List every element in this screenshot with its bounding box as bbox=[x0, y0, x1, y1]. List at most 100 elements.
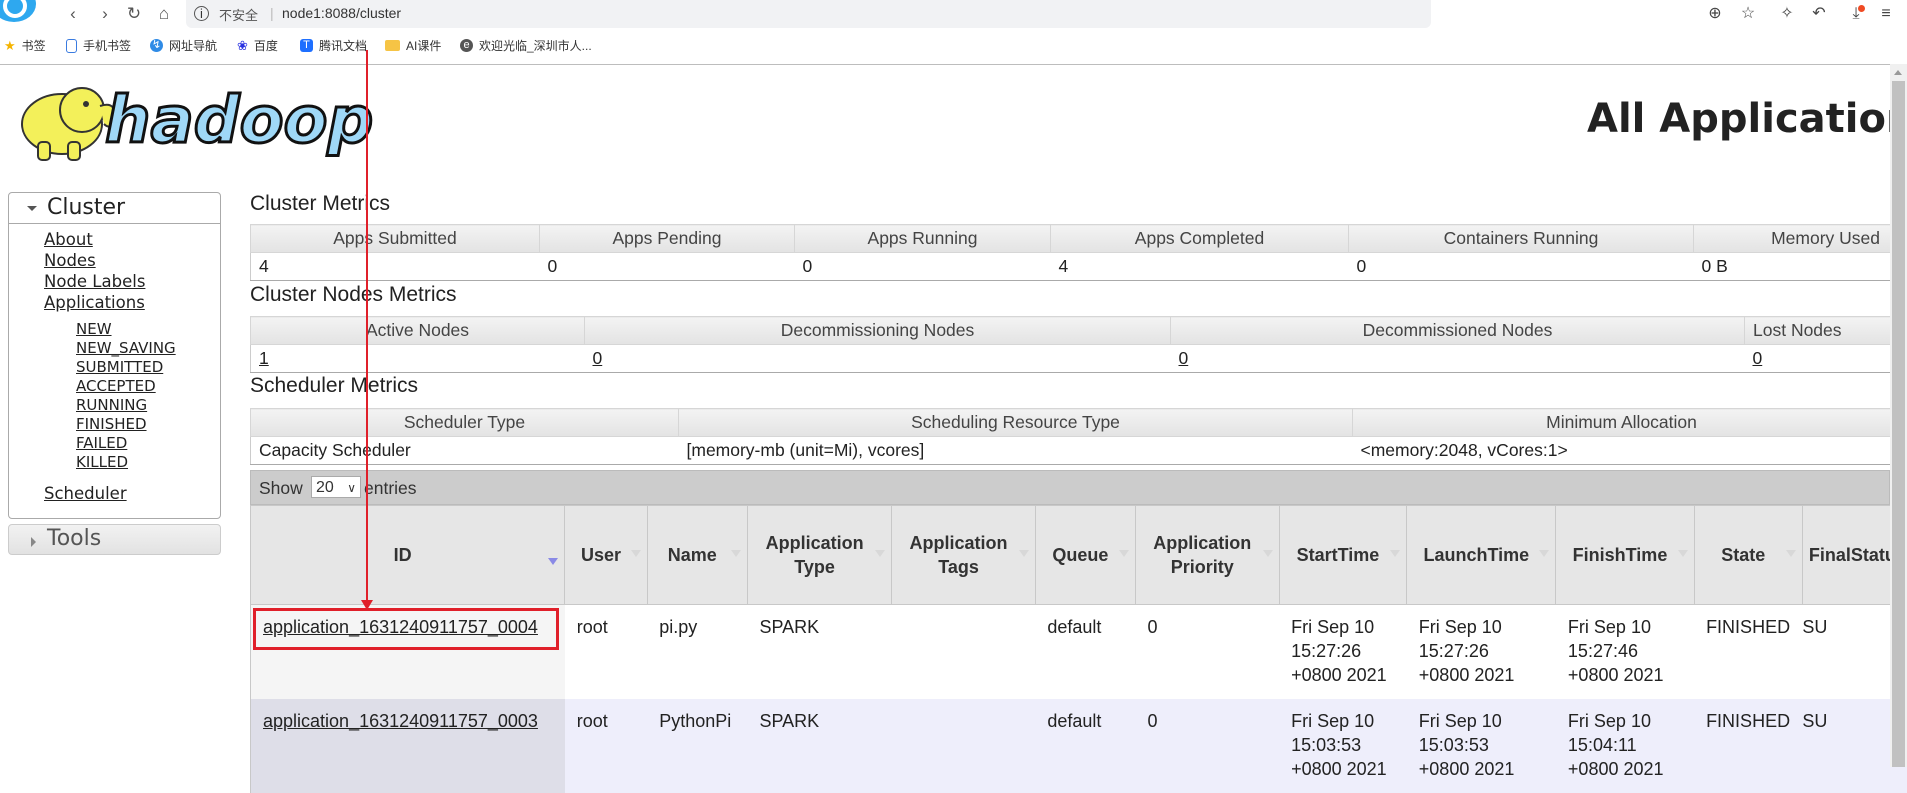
sidebar-link-applications[interactable]: Applications bbox=[44, 293, 145, 312]
sidebar-link-about[interactable]: About bbox=[44, 230, 93, 249]
sort-icon[interactable] bbox=[1785, 550, 1796, 557]
phone-bookmark-icon bbox=[66, 38, 77, 53]
app-id-link[interactable]: application_1631240911757_0003 bbox=[249, 699, 565, 793]
browser-chrome: ‹ › ↻ ⌂ i 不安全 | node1:8088/cluster ⊕ ☆ ✧… bbox=[0, 0, 1907, 65]
sidebar-state-running[interactable]: RUNNING bbox=[76, 396, 147, 414]
scrollbar-thumb[interactable] bbox=[1892, 81, 1905, 767]
undo-icon[interactable]: ↶ bbox=[1808, 3, 1830, 25]
sort-icon[interactable] bbox=[1119, 550, 1130, 557]
cell-launchtime: Fri Sep 10 15:27:26 +0800 2021 bbox=[1406, 604, 1556, 699]
lost-nodes-link[interactable]: 0 bbox=[1744, 344, 1891, 373]
hadoop-logo[interactable]: hadoop bbox=[10, 72, 385, 164]
sort-icon[interactable] bbox=[730, 550, 741, 557]
address-bar[interactable]: i 不安全 | node1:8088/cluster bbox=[186, 0, 1431, 28]
scheduler-metrics-title: Scheduler Metrics bbox=[250, 374, 419, 397]
cell-type: SPARK bbox=[747, 699, 892, 793]
active-nodes-link[interactable]: 1 bbox=[250, 344, 585, 373]
page-size-select[interactable]: 20 ∨ bbox=[311, 476, 361, 498]
column-header-name[interactable]: Name bbox=[646, 505, 748, 605]
cluster-metrics-title: Cluster Metrics bbox=[250, 192, 391, 215]
caret-down-icon bbox=[27, 206, 37, 211]
tencent-docs-icon: T bbox=[300, 39, 313, 52]
column-header-state[interactable]: State bbox=[1693, 505, 1803, 605]
sidebar-state-accepted[interactable]: ACCEPTED bbox=[76, 377, 156, 395]
cell-finishtime: Fri Sep 10 15:27:46 +0800 2021 bbox=[1555, 604, 1695, 699]
sort-icon[interactable] bbox=[1677, 550, 1688, 557]
bookmark-item[interactable]: e 欢迎光临_深圳市人... bbox=[460, 37, 592, 54]
sidebar-link-nodes[interactable]: Nodes bbox=[44, 251, 96, 270]
baidu-paw-icon: ❀ bbox=[237, 37, 248, 53]
sort-icon[interactable] bbox=[875, 550, 886, 557]
scroll-up-arrow-icon[interactable] bbox=[1894, 70, 1902, 75]
sidebar-tools-header[interactable]: Tools bbox=[8, 524, 221, 555]
annotation-highlight-box bbox=[253, 608, 559, 650]
back-icon[interactable]: ‹ bbox=[62, 3, 84, 25]
column-header-queue[interactable]: Queue bbox=[1034, 505, 1137, 605]
nodes-metrics-table: Active Nodes Decommissioning Nodes Decom… bbox=[250, 316, 1891, 373]
sidebar-state-finished[interactable]: FINISHED bbox=[76, 415, 147, 433]
hadoop-wordmark: hadoop bbox=[105, 84, 373, 158]
sidebar-state-killed[interactable]: KILLED bbox=[76, 453, 128, 471]
column-header-priority[interactable]: Application Priority bbox=[1135, 505, 1280, 605]
url-divider: | bbox=[270, 5, 274, 21]
cell-priority: 0 bbox=[1135, 604, 1280, 699]
bookmark-item[interactable]: ❀ 百度 bbox=[237, 37, 278, 54]
column-header-user[interactable]: User bbox=[564, 505, 648, 605]
extensions-icon[interactable]: ✧ bbox=[1776, 3, 1798, 25]
nodes-metrics-title: Cluster Nodes Metrics bbox=[250, 283, 457, 306]
cell-starttime: Fri Sep 10 15:27:26 +0800 2021 bbox=[1279, 604, 1407, 699]
info-icon[interactable]: i bbox=[194, 6, 209, 21]
metric-header: Scheduling Resource Type bbox=[678, 408, 1353, 437]
menu-icon[interactable]: ≡ bbox=[1875, 3, 1897, 25]
page-scrollbar[interactable] bbox=[1890, 64, 1907, 767]
metric-value: 0 B bbox=[1693, 252, 1891, 281]
sort-icon[interactable] bbox=[1018, 550, 1029, 557]
cell-finishtime: Fri Sep 10 15:04:11 +0800 2021 bbox=[1555, 699, 1695, 793]
cluster-label: Cluster bbox=[47, 195, 126, 220]
entries-label: entries bbox=[364, 478, 417, 498]
forward-icon[interactable]: › bbox=[94, 3, 116, 25]
column-header-starttime[interactable]: StartTime bbox=[1278, 505, 1408, 605]
bookmark-item[interactable]: T 腾讯文档 bbox=[300, 37, 367, 54]
column-header-application-type[interactable]: Application Type bbox=[746, 505, 893, 605]
metric-value: <memory:2048, vCores:1> bbox=[1352, 436, 1891, 465]
reload-icon[interactable]: ↻ bbox=[123, 3, 145, 25]
decommissioned-nodes-link[interactable]: 0 bbox=[1170, 344, 1745, 373]
sort-icon[interactable] bbox=[1390, 550, 1401, 557]
sidebar-link-node-labels[interactable]: Node Labels bbox=[44, 272, 145, 291]
sort-icon[interactable] bbox=[630, 550, 641, 557]
home-icon[interactable]: ⌂ bbox=[153, 3, 175, 25]
cell-name: pi.py bbox=[647, 604, 748, 699]
sidebar-state-new[interactable]: NEW bbox=[76, 320, 112, 338]
zoom-icon[interactable]: ⊕ bbox=[1704, 3, 1726, 25]
site-icon: e bbox=[460, 39, 473, 52]
metric-value: 0 bbox=[1348, 252, 1694, 281]
metric-value: Capacity Scheduler bbox=[250, 436, 679, 465]
bookmark-item[interactable]: ↯ 网址导航 bbox=[150, 37, 217, 54]
cluster-section-header[interactable]: Cluster bbox=[9, 193, 220, 224]
sort-icon[interactable] bbox=[1539, 550, 1550, 557]
cell-tags bbox=[891, 699, 1036, 793]
bookmark-star-icon[interactable]: ☆ bbox=[1737, 3, 1759, 25]
sidebar-state-new-saving[interactable]: NEW_SAVING bbox=[76, 339, 176, 357]
column-header-id[interactable]: ID bbox=[249, 505, 566, 605]
sort-desc-icon[interactable] bbox=[548, 558, 559, 565]
table-length-control: Show 20 ∨ entries bbox=[250, 470, 1890, 505]
column-header-application-tags[interactable]: Application Tags bbox=[891, 505, 1036, 605]
url-text[interactable]: node1:8088/cluster bbox=[282, 5, 401, 21]
bookmark-item[interactable]: ★ 书签 bbox=[4, 37, 46, 54]
sidebar-state-failed[interactable]: FAILED bbox=[76, 434, 127, 452]
sort-icon[interactable] bbox=[1262, 550, 1273, 557]
cell-starttime: Fri Sep 10 15:03:53 +0800 2021 bbox=[1279, 699, 1407, 793]
metric-header: Minimum Allocation bbox=[1352, 408, 1891, 437]
bookmark-item[interactable]: 手机书签 bbox=[66, 37, 131, 54]
sidebar-link-scheduler[interactable]: Scheduler bbox=[44, 484, 127, 503]
bookmark-item[interactable]: AI课件 bbox=[385, 37, 441, 54]
column-header-finishtime[interactable]: FinishTime bbox=[1555, 505, 1695, 605]
column-header-launchtime[interactable]: LaunchTime bbox=[1406, 505, 1557, 605]
page-title: All Applications bbox=[1587, 96, 1907, 142]
sidebar-state-submitted[interactable]: SUBMITTED bbox=[76, 358, 163, 376]
metric-header: Apps Completed bbox=[1050, 224, 1349, 253]
download-icon[interactable]: ⤓ bbox=[1845, 3, 1867, 25]
decommissioning-nodes-link[interactable]: 0 bbox=[584, 344, 1171, 373]
